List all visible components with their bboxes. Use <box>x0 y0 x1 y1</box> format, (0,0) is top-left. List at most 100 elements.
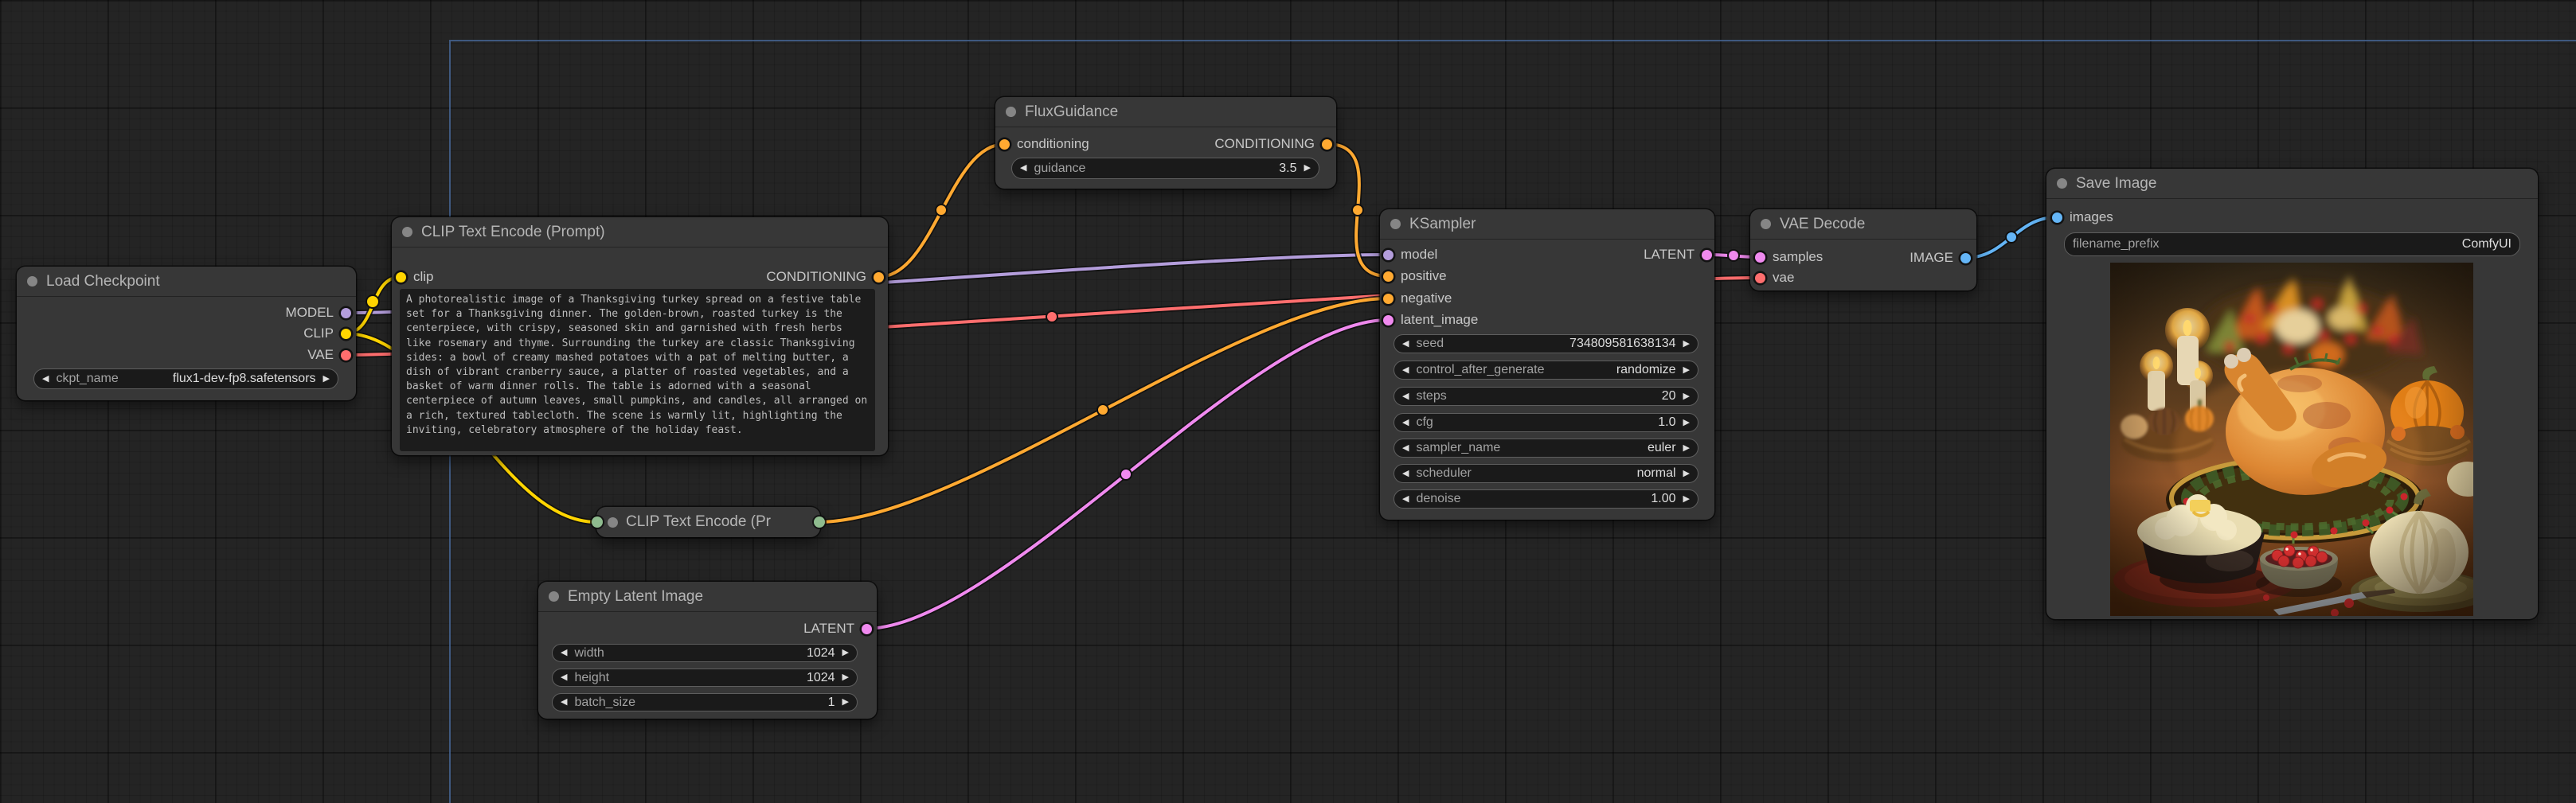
link-midpoint-dot <box>1120 469 1132 480</box>
link-midpoint-dot <box>366 295 379 308</box>
node-title: FluxGuidance <box>1025 103 1118 121</box>
image-output-dot[interactable] <box>1960 253 1971 263</box>
increment-arrow-icon[interactable]: ▶ <box>1683 340 1690 349</box>
model-output-dot[interactable] <box>341 308 351 318</box>
node-title-bar: VAE Decode <box>1750 209 1976 240</box>
decrement-arrow-icon[interactable]: ◀ <box>1402 419 1409 427</box>
node-status-dot <box>27 276 37 287</box>
node-status-dot <box>402 227 412 237</box>
increment-arrow-icon[interactable]: ▶ <box>1683 392 1690 401</box>
turkey-dinner-illustration <box>2110 263 2473 616</box>
increment-arrow-icon[interactable]: ▶ <box>842 673 849 682</box>
widget-width[interactable]: ◀ width 1024 ▶ <box>552 644 858 662</box>
node-title-bar: Empty Latent Image <box>538 582 877 612</box>
input-slot-clip: clip <box>396 267 434 287</box>
node-load-checkpoint[interactable]: Load Checkpoint MODEL CLIP VAE ◀ ckpt_na… <box>17 267 356 400</box>
widget-sampler-name[interactable]: ◀ sampler_name euler ▶ <box>1394 439 1698 458</box>
node-title-bar: CLIP Text Encode (Prompt) <box>392 217 888 248</box>
node-vae-decode[interactable]: VAE Decode samples vae IMAGE <box>1750 209 1976 290</box>
decrement-arrow-icon[interactable]: ◀ <box>1402 495 1409 504</box>
widget-seed[interactable]: ◀ seed 734809581638134 ▶ <box>1394 334 1698 353</box>
decrement-arrow-icon[interactable]: ◀ <box>42 375 49 384</box>
increment-arrow-icon[interactable]: ▶ <box>1304 164 1311 173</box>
clip-output-dot[interactable] <box>341 329 351 339</box>
decrement-arrow-icon[interactable]: ◀ <box>1402 392 1409 401</box>
output-slot-model: MODEL <box>286 302 351 323</box>
output-slot-clip: CLIP <box>303 323 351 344</box>
decrement-arrow-icon[interactable]: ◀ <box>1020 164 1026 173</box>
decrement-arrow-icon[interactable]: ◀ <box>1402 444 1409 453</box>
vae-output-dot[interactable] <box>341 350 351 361</box>
node-title-bar: KSampler <box>1380 209 1714 240</box>
conditioning-output-dot[interactable] <box>874 272 884 283</box>
collapsed-output-dot[interactable] <box>814 516 825 528</box>
node-clip-text-encode[interactable]: CLIP Text Encode (Prompt) clip CONDITION… <box>392 217 888 455</box>
generated-image-preview[interactable] <box>2110 263 2473 616</box>
widget-scheduler[interactable]: ◀ scheduler normal ▶ <box>1394 464 1698 483</box>
node-flux-guidance[interactable]: FluxGuidance conditioning CONDITIONING ◀… <box>995 97 1336 189</box>
node-title: VAE Decode <box>1780 216 1865 233</box>
comfyui-canvas[interactable]: Load Checkpoint MODEL CLIP VAE ◀ ckpt_na… <box>0 0 2576 803</box>
node-title: KSampler <box>1409 216 1476 233</box>
decrement-arrow-icon[interactable]: ◀ <box>1402 470 1409 478</box>
increment-arrow-icon[interactable]: ▶ <box>1683 419 1690 427</box>
model-input-dot[interactable] <box>1383 250 1394 260</box>
samples-input-dot[interactable] <box>1755 252 1765 263</box>
output-slot-conditioning: CONDITIONING <box>1214 134 1332 154</box>
widget-batch-size[interactable]: ◀ batch_size 1 ▶ <box>552 693 858 711</box>
output-slot-latent: LATENT <box>1644 244 1712 265</box>
increment-arrow-icon[interactable]: ▶ <box>323 375 330 384</box>
images-input-dot[interactable] <box>2052 212 2062 223</box>
collapsed-input-dot[interactable] <box>592 516 603 528</box>
node-empty-latent-image[interactable]: Empty Latent Image LATENT ◀ width 1024 ▶… <box>538 582 877 719</box>
input-slot-model: model <box>1383 244 1437 265</box>
increment-arrow-icon[interactable]: ▶ <box>1683 366 1690 375</box>
link-midpoint-dot <box>1728 250 1739 261</box>
widget-guidance[interactable]: ◀ guidance 3.5 ▶ <box>1011 158 1319 179</box>
node-ksampler[interactable]: KSampler model positive negative latent_… <box>1380 209 1714 520</box>
input-slot-negative: negative <box>1383 288 1452 309</box>
widget-steps[interactable]: ◀ steps 20 ▶ <box>1394 387 1698 406</box>
output-slot-conditioning: CONDITIONING <box>766 267 884 287</box>
node-title: Load Checkpoint <box>46 273 160 290</box>
increment-arrow-icon[interactable]: ▶ <box>1683 444 1690 453</box>
widget-filename-prefix[interactable]: filename_prefix ComfyUI <box>2064 232 2520 256</box>
negative-input-dot[interactable] <box>1383 294 1394 304</box>
link-midpoint-dot <box>2006 232 2017 243</box>
decrement-arrow-icon[interactable]: ◀ <box>561 698 567 707</box>
prompt-textarea[interactable]: A photorealistic image of a Thanksgiving… <box>400 289 875 451</box>
clip-input-dot[interactable] <box>396 272 406 283</box>
decrement-arrow-icon[interactable]: ◀ <box>561 673 567 682</box>
node-status-dot <box>608 517 618 528</box>
node-status-dot <box>549 591 559 602</box>
increment-arrow-icon[interactable]: ▶ <box>1683 470 1690 478</box>
conditioning-input-dot[interactable] <box>999 139 1010 150</box>
conditioning-output-dot[interactable] <box>1322 139 1332 150</box>
latent-output-dot[interactable] <box>862 624 872 634</box>
node-status-dot <box>1390 219 1401 229</box>
input-slot-conditioning: conditioning <box>999 134 1089 154</box>
decrement-arrow-icon[interactable]: ◀ <box>1402 340 1409 349</box>
latent-image-input-dot[interactable] <box>1383 315 1394 325</box>
node-clip-text-encode-collapsed[interactable]: CLIP Text Encode (Pr <box>596 507 820 537</box>
increment-arrow-icon[interactable]: ▶ <box>842 649 849 657</box>
decrement-arrow-icon[interactable]: ◀ <box>561 649 567 657</box>
positive-input-dot[interactable] <box>1383 271 1394 282</box>
node-status-dot <box>2057 178 2067 189</box>
input-slot-samples: samples <box>1755 247 1823 267</box>
node-title: Empty Latent Image <box>568 588 703 606</box>
latent-output-dot[interactable] <box>1702 250 1712 260</box>
vae-input-dot[interactable] <box>1755 273 1765 283</box>
widget-control-after-generate[interactable]: ◀ control_after_generate randomize ▶ <box>1394 361 1698 380</box>
widget-height[interactable]: ◀ height 1024 ▶ <box>552 669 858 687</box>
increment-arrow-icon[interactable]: ▶ <box>1683 495 1690 504</box>
node-save-image[interactable]: Save Image images filename_prefix ComfyU… <box>2046 169 2538 619</box>
node-title-bar: FluxGuidance <box>995 97 1336 127</box>
widget-cfg[interactable]: ◀ cfg 1.0 ▶ <box>1394 413 1698 432</box>
node-title-bar: Save Image <box>2046 169 2538 199</box>
increment-arrow-icon[interactable]: ▶ <box>842 698 849 707</box>
link-midpoint-dot <box>936 205 947 216</box>
widget-denoise[interactable]: ◀ denoise 1.00 ▶ <box>1394 489 1698 509</box>
decrement-arrow-icon[interactable]: ◀ <box>1402 366 1409 375</box>
widget-ckpt-name[interactable]: ◀ ckpt_name flux1-dev-fp8.safetensors ▶ <box>33 368 338 389</box>
